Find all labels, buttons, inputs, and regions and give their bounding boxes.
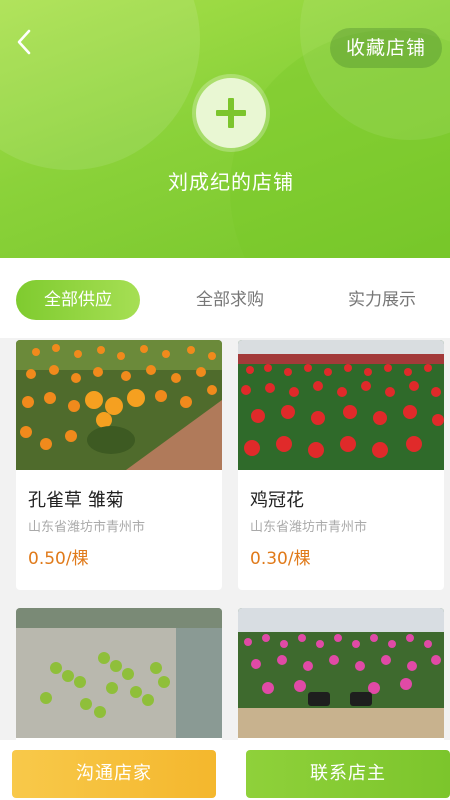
contact-owner-button[interactable]: 联系店主 <box>246 750 450 798</box>
product-grid: 孔雀草 雏菊 山东省潍坊市青州市 0.50/棵 鸡冠花 山东省潍坊市青州市 0.… <box>0 338 450 800</box>
product-title: 孔雀草 雏菊 <box>28 490 124 511</box>
chevron-left-icon <box>17 29 31 55</box>
tab-strength-showcase[interactable]: 实力展示 <box>320 280 444 320</box>
shop-header: 收藏店铺 刘成纪的店铺 <box>0 0 450 258</box>
talk-to-shop-button[interactable]: 沟通店家 <box>12 750 216 798</box>
tab-bar: 全部供应 全部求购 实力展示 <box>0 258 450 338</box>
product-price: 0.50/棵 <box>28 549 89 569</box>
product-card[interactable]: 鸡冠花 山东省潍坊市青州市 0.30/棵 <box>238 340 444 590</box>
product-location: 山东省潍坊市青州市 <box>250 520 368 535</box>
shop-avatar[interactable] <box>196 78 266 148</box>
product-location: 山东省潍坊市青州市 <box>28 520 146 535</box>
tab-all-supply[interactable]: 全部供应 <box>16 280 140 320</box>
product-image-marigold <box>16 340 222 470</box>
product-image-celosia <box>238 340 444 470</box>
plus-icon <box>216 98 246 128</box>
header-decoration <box>0 0 200 170</box>
product-card[interactable]: 孔雀草 雏菊 山东省潍坊市青州市 0.50/棵 <box>16 340 222 590</box>
product-image-succulent <box>16 608 222 738</box>
product-title: 鸡冠花 <box>250 490 304 511</box>
favorite-shop-button[interactable]: 收藏店铺 <box>329 28 442 68</box>
tab-all-purchase[interactable]: 全部求购 <box>168 280 292 320</box>
product-card[interactable] <box>16 608 222 748</box>
product-card[interactable] <box>238 608 444 748</box>
shop-name: 刘成纪的店铺 <box>168 170 294 194</box>
bottom-action-bar: 沟通店家 联系店主 <box>0 740 450 800</box>
product-price: 0.30/棵 <box>250 549 311 569</box>
back-button[interactable] <box>12 28 36 56</box>
product-image-dianthus <box>238 608 444 738</box>
